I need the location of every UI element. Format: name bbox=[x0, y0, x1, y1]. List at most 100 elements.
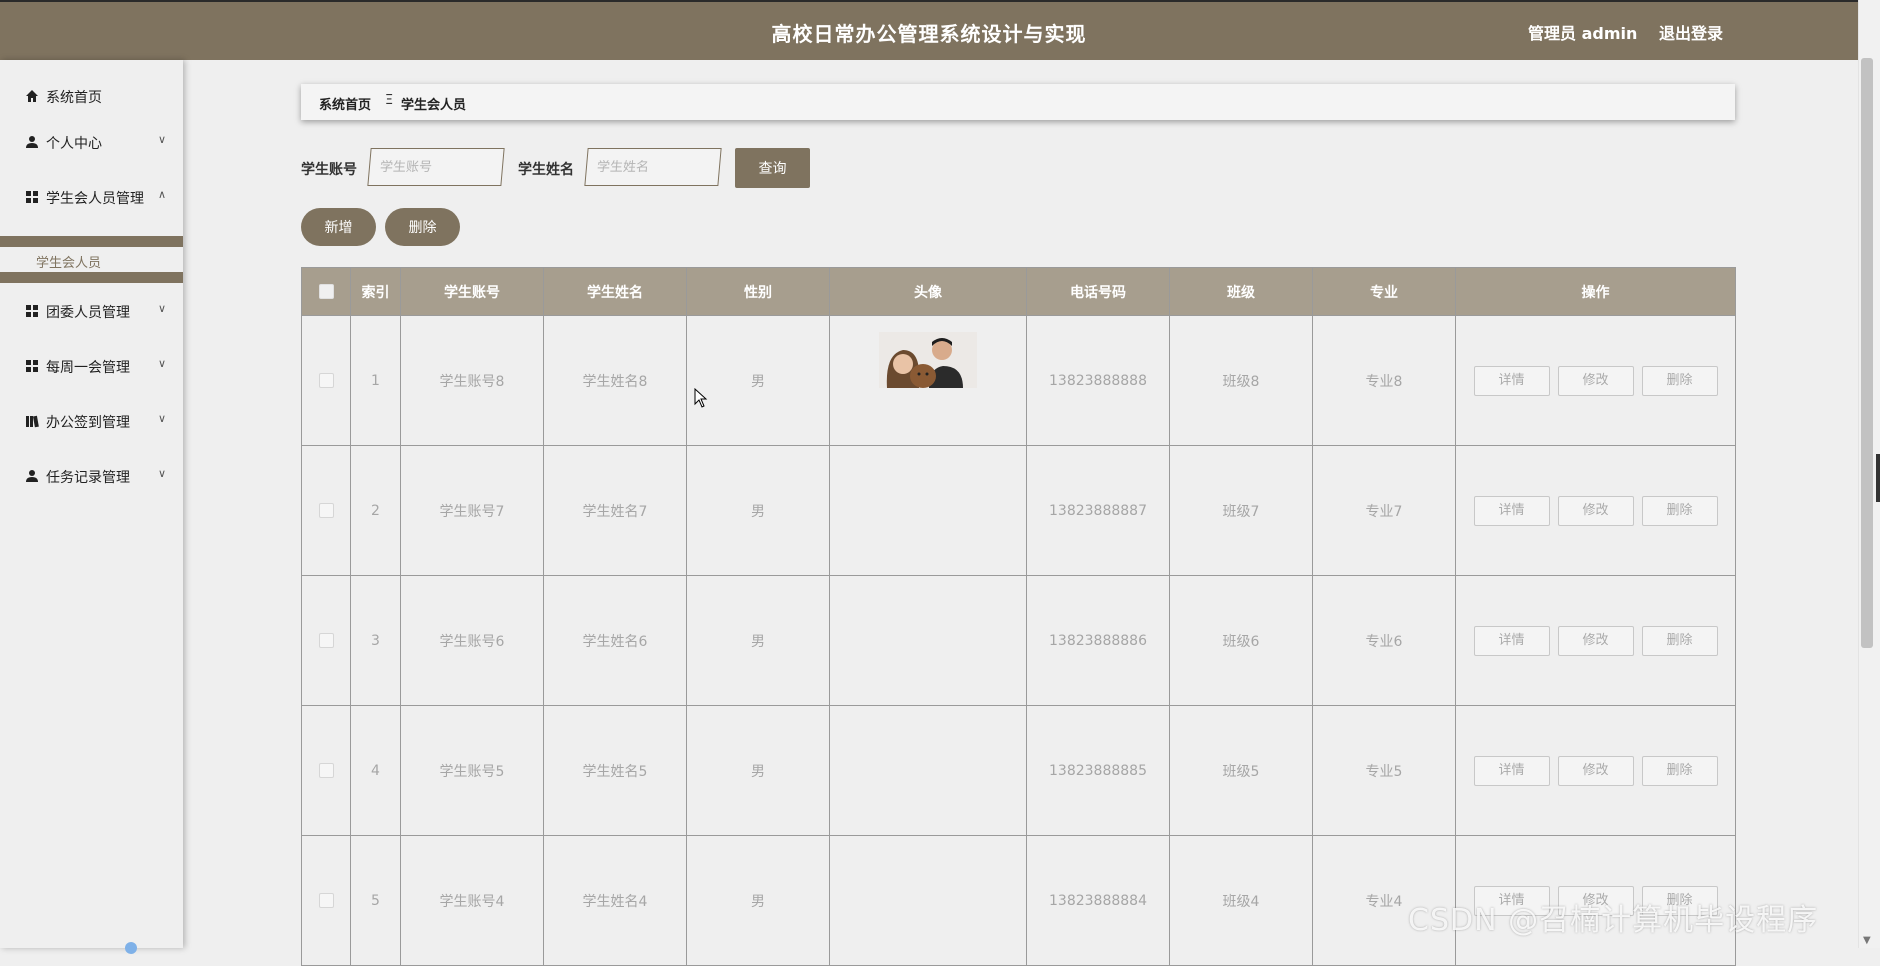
detail-button[interactable]: 详情 bbox=[1473, 755, 1550, 786]
sidebar-item-home[interactable]: 系统首页 bbox=[0, 77, 183, 117]
phone-cell: 13823888885 bbox=[1026, 705, 1170, 836]
column-header: 索引 bbox=[350, 267, 401, 316]
name-cell: 学生姓名6 bbox=[543, 575, 687, 706]
account-search-input[interactable] bbox=[367, 148, 505, 186]
scroll-down-arrow-icon[interactable]: ▼ bbox=[1863, 935, 1871, 946]
account-cell: 学生账号7 bbox=[400, 445, 544, 576]
query-button[interactable]: 查询 bbox=[735, 148, 810, 188]
grid-icon bbox=[26, 360, 38, 372]
delete-button[interactable]: 删除 bbox=[1641, 365, 1718, 396]
delete-button[interactable]: 删除 bbox=[1641, 755, 1718, 786]
chevron-up-icon: ∧ bbox=[158, 188, 167, 201]
name-cell: 学生姓名7 bbox=[543, 445, 687, 576]
sidebar-item-youth-league[interactable]: 团委人员管理 ∨ bbox=[0, 292, 183, 332]
column-header: 头像 bbox=[829, 267, 1027, 316]
detail-button[interactable]: 详情 bbox=[1473, 365, 1550, 396]
edit-button[interactable]: 修改 bbox=[1557, 365, 1634, 396]
major-cell: 专业6 bbox=[1312, 575, 1456, 706]
actions-cell: 详情 修改 删除 bbox=[1455, 445, 1736, 576]
sidebar-item-personal-center[interactable]: 个人中心 ∨ bbox=[0, 123, 183, 163]
row-checkbox[interactable] bbox=[318, 763, 334, 778]
row-checkbox[interactable] bbox=[318, 633, 334, 648]
edit-button[interactable]: 修改 bbox=[1557, 495, 1634, 526]
home-icon bbox=[26, 90, 38, 102]
floating-dot bbox=[125, 942, 137, 954]
edit-button[interactable]: 修改 bbox=[1557, 625, 1634, 656]
name-search-label: 学生姓名 bbox=[518, 162, 574, 178]
row-checkbox[interactable] bbox=[318, 373, 334, 388]
add-button[interactable]: 新增 bbox=[301, 208, 376, 246]
phone-cell: 13823888887 bbox=[1026, 445, 1170, 576]
submenu-divider bbox=[0, 272, 183, 283]
watermark: CSDN @召楠计算机毕设程序 bbox=[1408, 903, 1819, 938]
scrollbar-thumb[interactable] bbox=[1861, 58, 1873, 648]
sidebar-item-label: 办公签到管理 bbox=[46, 415, 130, 431]
column-header: 学生账号 bbox=[400, 267, 544, 316]
user-icon bbox=[26, 136, 38, 148]
phone-cell: 13823888884 bbox=[1026, 835, 1170, 966]
row-select-cell bbox=[301, 445, 351, 576]
index-cell: 3 bbox=[350, 575, 401, 706]
select-all-cell bbox=[301, 267, 351, 316]
chevron-down-icon: ∨ bbox=[158, 302, 167, 315]
sidebar-item-task-records[interactable]: 任务记录管理 ∨ bbox=[0, 457, 183, 497]
sidebar-item-label: 任务记录管理 bbox=[46, 470, 130, 486]
user-icon bbox=[26, 470, 38, 482]
avatar-cell bbox=[829, 705, 1027, 836]
class-cell: 班级7 bbox=[1169, 445, 1313, 576]
breadcrumb-home-link[interactable]: 系统首页 bbox=[319, 94, 371, 113]
chevron-down-icon: ∨ bbox=[158, 357, 167, 370]
account-cell: 学生账号8 bbox=[400, 315, 544, 446]
sidebar-item-label: 学生会人员管理 bbox=[46, 191, 144, 207]
table-row: 4 学生账号5 学生姓名5 男 13823888885 班级5 专业5 详情 修改… bbox=[301, 705, 1736, 836]
edit-button[interactable]: 修改 bbox=[1557, 755, 1634, 786]
name-cell: 学生姓名8 bbox=[543, 315, 687, 446]
chevron-down-icon: ∨ bbox=[158, 467, 167, 480]
avatar[interactable] bbox=[879, 331, 977, 388]
class-cell: 班级4 bbox=[1169, 835, 1313, 966]
column-header: 学生姓名 bbox=[543, 267, 687, 316]
name-search-input[interactable] bbox=[584, 148, 722, 186]
actions-cell: 详情 修改 删除 bbox=[1455, 705, 1736, 836]
logout-link[interactable]: 退出登录 bbox=[1659, 20, 1723, 44]
row-checkbox[interactable] bbox=[318, 503, 334, 518]
delete-button[interactable]: 删除 bbox=[1641, 625, 1718, 656]
major-cell: 专业5 bbox=[1312, 705, 1456, 836]
column-header: 班级 bbox=[1169, 267, 1313, 316]
gender-cell: 男 bbox=[686, 835, 830, 966]
mouse-cursor-icon bbox=[694, 388, 708, 408]
row-select-cell bbox=[301, 575, 351, 706]
delete-button[interactable]: 删除 bbox=[1641, 495, 1718, 526]
sidebar-item-label: 系统首页 bbox=[46, 90, 102, 106]
gender-cell: 男 bbox=[686, 705, 830, 836]
column-header: 专业 bbox=[1312, 267, 1456, 316]
account-cell: 学生账号6 bbox=[400, 575, 544, 706]
column-header: 操作 bbox=[1455, 267, 1736, 316]
breadcrumb-current: 学生会人员 bbox=[401, 98, 467, 113]
submenu-label: 学生会人员 bbox=[36, 256, 102, 271]
sidebar: 系统首页 个人中心 ∨ 学生会人员管理 ∧ 学生会人员 团委人员管理 ∨ 每周一… bbox=[0, 60, 183, 948]
batch-delete-button[interactable]: 删除 bbox=[385, 208, 460, 246]
actions-cell: 详情 修改 删除 bbox=[1455, 575, 1736, 706]
name-cell: 学生姓名4 bbox=[543, 835, 687, 966]
index-cell: 5 bbox=[350, 835, 401, 966]
column-header: 电话号码 bbox=[1026, 267, 1170, 316]
chevron-down-icon: ∨ bbox=[158, 412, 167, 425]
class-cell: 班级5 bbox=[1169, 705, 1313, 836]
sidebar-item-office-checkin[interactable]: 办公签到管理 ∨ bbox=[0, 402, 183, 442]
avatar-cell bbox=[829, 835, 1027, 966]
row-select-cell bbox=[301, 705, 351, 836]
row-select-cell bbox=[301, 835, 351, 966]
class-cell: 班级6 bbox=[1169, 575, 1313, 706]
select-all-checkbox[interactable] bbox=[318, 284, 334, 299]
detail-button[interactable]: 详情 bbox=[1473, 495, 1550, 526]
sidebar-item-student-union[interactable]: 学生会人员管理 ∧ bbox=[0, 178, 183, 218]
avatar-cell bbox=[829, 315, 1027, 446]
avatar-cell bbox=[829, 575, 1027, 706]
major-cell: 专业8 bbox=[1312, 315, 1456, 446]
detail-button[interactable]: 详情 bbox=[1473, 625, 1550, 656]
gender-cell: 男 bbox=[686, 315, 830, 446]
row-checkbox[interactable] bbox=[318, 893, 334, 908]
sidebar-item-label: 团委人员管理 bbox=[46, 305, 130, 321]
sidebar-item-weekly-meeting[interactable]: 每周一会管理 ∨ bbox=[0, 347, 183, 387]
